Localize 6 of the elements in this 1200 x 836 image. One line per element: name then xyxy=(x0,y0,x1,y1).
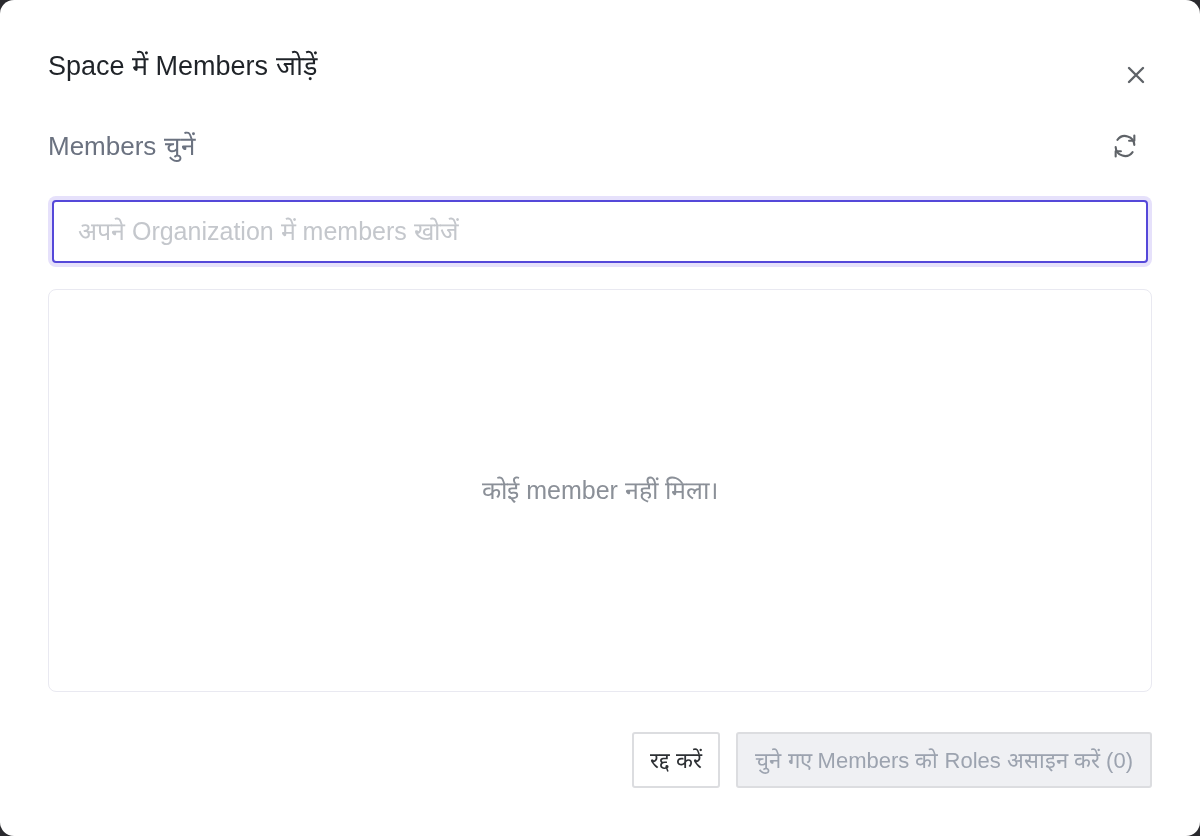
dialog-title: Space में Members जोड़ें xyxy=(48,49,317,83)
search-field[interactable]: अपने Organization में members खोजें xyxy=(52,200,1148,263)
section-label: Members चुनें xyxy=(48,130,195,164)
cancel-button[interactable]: रद्द करें xyxy=(632,732,721,788)
empty-message: कोई member नहीं मिला। xyxy=(482,474,718,506)
close-icon xyxy=(1127,66,1145,84)
